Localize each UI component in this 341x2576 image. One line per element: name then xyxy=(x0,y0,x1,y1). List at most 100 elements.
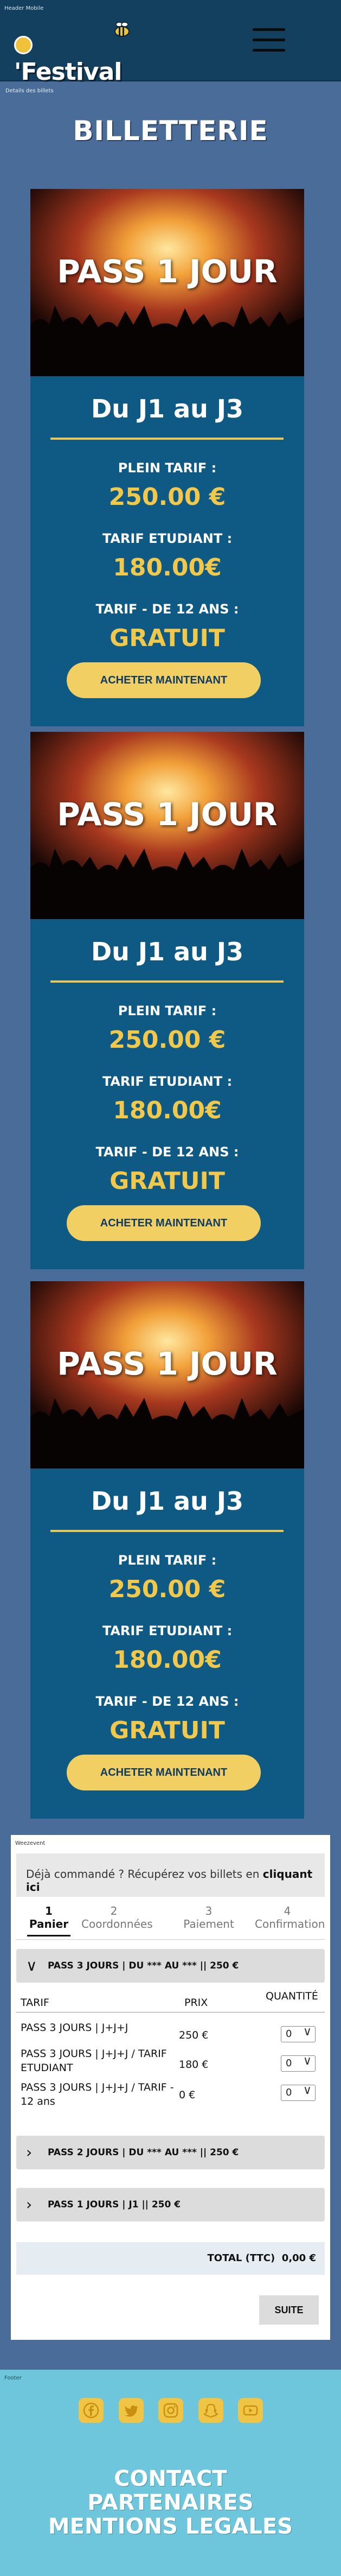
total-label: TOTAL (TTC) xyxy=(207,2252,275,2264)
accordion-title: PASS 2 JOURS | DU *** AU *** || 250 € xyxy=(48,2147,239,2158)
step-number: 1 xyxy=(45,1904,53,1917)
quantity-select[interactable]: 0 ∨ xyxy=(281,2084,316,2101)
widget-frame-label: Weezevent xyxy=(15,1840,46,1846)
footer-frame-label: Footer xyxy=(4,2375,22,2381)
site-header: Header Mobile 'Festival xyxy=(0,0,341,86)
table-row-price: 0 € xyxy=(179,2089,196,2101)
pass-dates: Du J1 au J3 xyxy=(91,394,243,423)
festival-logo[interactable]: 'Festival xyxy=(14,21,130,86)
step-number: 2 xyxy=(110,1904,118,1917)
twitter-icon[interactable] xyxy=(118,2398,144,2423)
contact-link[interactable]: CONTACT xyxy=(0,2466,341,2491)
pass-2-days-accordion[interactable]: › PASS 2 JOURS | DU *** AU *** || 250 € xyxy=(16,2136,325,2169)
facebook-icon[interactable] xyxy=(79,2398,104,2423)
pass-image-label: PASS 1 JOUR xyxy=(57,253,278,290)
youtube-icon[interactable] xyxy=(238,2398,263,2423)
student-price-label: TARIF ETUDIANT : xyxy=(102,1074,233,1089)
page-title: BILLETTERIE xyxy=(73,115,268,147)
logo-apostrophe: ' xyxy=(14,58,22,86)
main-frame-label: Details des billets xyxy=(5,88,54,94)
social-links xyxy=(79,2398,263,2428)
buy-now-button[interactable]: ACHETER MAINTENANT xyxy=(67,1755,261,1790)
step-payment[interactable]: 3 Paiement xyxy=(176,1904,241,1931)
pass-dates: Du J1 au J3 xyxy=(91,1486,243,1516)
instagram-icon[interactable] xyxy=(158,2398,183,2423)
pass-image-label: PASS 1 JOUR xyxy=(57,796,278,833)
child-price-value: GRATUIT xyxy=(110,1717,225,1744)
total-value: 0,00 € xyxy=(281,2252,316,2264)
divider xyxy=(50,980,284,983)
student-price-value: 180.00€ xyxy=(113,1097,222,1124)
buy-now-button[interactable]: ACHETER MAINTENANT xyxy=(67,662,261,698)
student-price-value: 180.00€ xyxy=(113,554,222,581)
chevron-down-icon: ∨ xyxy=(26,1957,37,1974)
child-price-label: TARIF - DE 12 ANS : xyxy=(95,1144,239,1160)
concert-image: PASS 1 JOUR xyxy=(30,732,304,919)
full-price-value: 250.00 € xyxy=(108,1026,226,1054)
steps-divider xyxy=(16,1939,325,1940)
quantity-value: 0 xyxy=(286,2028,292,2040)
concert-image: PASS 1 JOUR xyxy=(30,1281,304,1469)
ticket-card: PASS 1 JOUR Du J1 au J3 PLEIN TARIF : 25… xyxy=(30,1281,304,1819)
student-price-label: TARIF ETUDIANT : xyxy=(102,531,233,546)
chevron-right-icon: › xyxy=(26,2195,33,2213)
legal-notice-link[interactable]: MENTIONS LEGALES xyxy=(0,2514,341,2539)
pass-3-days-accordion[interactable]: ∨ PASS 3 JOURS | DU *** AU *** || 250 € xyxy=(16,1949,325,1983)
full-price-value: 250.00 € xyxy=(108,1575,226,1603)
step-details[interactable]: 2 Coordonnées xyxy=(81,1904,153,1931)
child-price-value: GRATUIT xyxy=(110,1167,225,1195)
site-footer: Footer CONTACT PARTENAIRES MENTIONS LEGA… xyxy=(0,2370,341,2576)
concert-image: PASS 1 JOUR xyxy=(30,189,304,376)
ticket-card: PASS 1 JOUR Du J1 au J3 PLEIN TARIF : 25… xyxy=(30,732,304,1269)
full-price-label: PLEIN TARIF : xyxy=(118,460,217,476)
step-label: Confirmation xyxy=(255,1917,325,1931)
column-tarif: TARIF xyxy=(21,1997,49,2009)
logo-text: Festival xyxy=(21,58,122,86)
student-price-label: TARIF ETUDIANT : xyxy=(102,1623,233,1638)
child-price-label: TARIF - DE 12 ANS : xyxy=(95,1694,239,1709)
menu-icon[interactable] xyxy=(253,28,285,52)
ticket-card: PASS 1 JOUR Du J1 au J3 PLEIN TARIF : 25… xyxy=(30,189,304,726)
buy-now-button[interactable]: ACHETER MAINTENANT xyxy=(67,1205,261,1241)
checkout-steps: 1 Panier 2 Coordonnées 3 Paiement 4 Conf… xyxy=(16,1904,325,1942)
chevron-down-icon: ∨ xyxy=(303,2025,312,2039)
table-row-name: PASS 3 JOURS | J+J+J / TARIF - 12 ans xyxy=(21,2081,174,2107)
table-row-price: 250 € xyxy=(179,2029,209,2041)
accordion-title: PASS 1 JOURS | J1 || 250 € xyxy=(48,2199,181,2210)
quantity-select[interactable]: 0 ∨ xyxy=(281,2025,316,2042)
table-row-name: PASS 3 JOURS | J+J+J / TARIF ETUDIANT xyxy=(21,2048,167,2074)
table-row-name: PASS 3 JOURS | J+J+J xyxy=(21,2022,128,2034)
partners-link[interactable]: PARTENAIRES xyxy=(0,2490,341,2515)
divider xyxy=(50,1530,284,1532)
column-prix: PRIX xyxy=(184,1997,208,2009)
step-confirmation[interactable]: 4 Confirmation xyxy=(255,1904,325,1931)
pass-dates: Du J1 au J3 xyxy=(91,937,243,966)
step-number: 4 xyxy=(284,1904,291,1917)
chevron-down-icon: ∨ xyxy=(303,2084,312,2097)
notice-text: Déjà commandé ? Récupérez vos billets en xyxy=(26,1868,263,1881)
quantity-select[interactable]: 0 ∨ xyxy=(281,2054,316,2072)
child-price-value: GRATUIT xyxy=(110,624,225,652)
student-price-value: 180.00€ xyxy=(113,1646,222,1674)
step-number: 3 xyxy=(205,1904,213,1917)
next-step-button[interactable]: SUITE xyxy=(259,2295,319,2325)
child-price-label: TARIF - DE 12 ANS : xyxy=(95,602,239,617)
full-price-label: PLEIN TARIF : xyxy=(118,1003,217,1018)
quantity-value: 0 xyxy=(286,2087,292,2098)
total-bar: TOTAL (TTC) 0,00 € xyxy=(16,2242,325,2275)
step-cart[interactable]: 1 Panier xyxy=(16,1904,81,1936)
ticket-order-widget: Weezevent Déjà commandé ? Récupérez vos … xyxy=(11,1835,330,2340)
already-ordered-notice: Déjà commandé ? Récupérez vos billets en… xyxy=(16,1853,325,1897)
pass-image-label: PASS 1 JOUR xyxy=(57,1345,278,1382)
full-price-value: 250.00 € xyxy=(108,483,226,511)
step-label: Panier xyxy=(29,1917,69,1931)
accordion-title: PASS 3 JOURS | DU *** AU *** || 250 € xyxy=(48,1960,239,1971)
logo-o-mark xyxy=(14,36,33,54)
pass-1-day-accordion[interactable]: › PASS 1 JOURS | J1 || 250 € xyxy=(16,2188,325,2221)
step-label: Paiement xyxy=(183,1917,234,1931)
active-step-indicator xyxy=(27,1935,70,1936)
step-label: Coordonnées xyxy=(81,1917,153,1931)
full-price-label: PLEIN TARIF : xyxy=(118,1553,217,1568)
logo-wordmark: 'Festival xyxy=(14,30,128,86)
snapchat-icon[interactable] xyxy=(198,2398,223,2423)
